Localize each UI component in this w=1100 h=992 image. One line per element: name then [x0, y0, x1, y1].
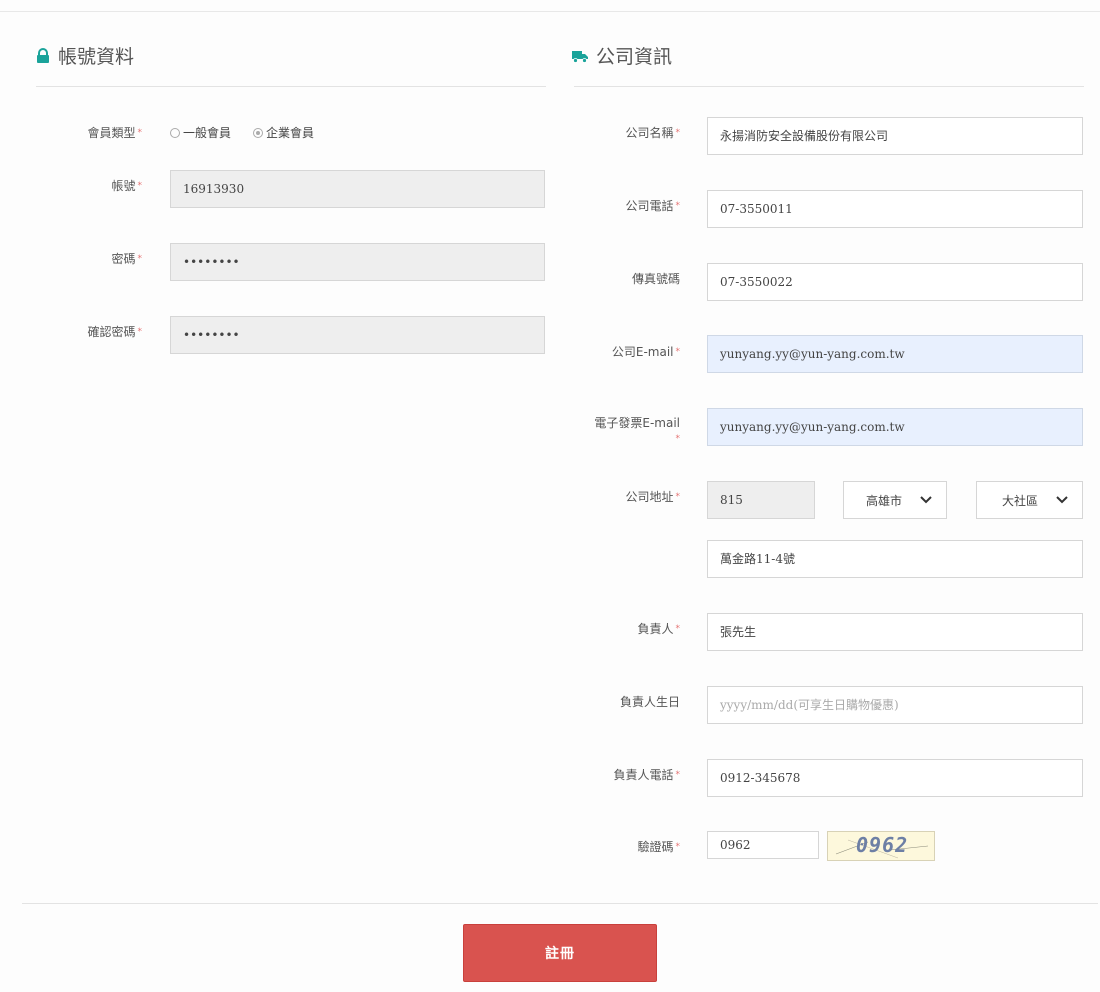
captcha-image: 0962 — [827, 831, 935, 861]
district-select[interactable]: 大社區 — [976, 481, 1083, 519]
city-select[interactable]: 高雄市 — [843, 481, 947, 519]
lock-icon — [37, 47, 49, 63]
register-button[interactable]: 註冊 — [463, 924, 657, 982]
company-email-field[interactable]: yunyang.yy@yun-yang.com.tw — [707, 335, 1083, 373]
company-name-label: 公司名稱 * — [625, 126, 680, 140]
company-phone-field[interactable]: 07-3550011 — [707, 190, 1083, 228]
account-label: 帳號 * — [111, 179, 142, 193]
company-section-title-text: 公司資訊 — [596, 46, 673, 68]
member-type-label: 會員類型 * — [87, 126, 142, 140]
account-section-title-text: 帳號資料 — [58, 46, 135, 68]
invoice-email-field[interactable]: yunyang.yy@yun-yang.com.tw — [707, 408, 1083, 446]
district-select-value: 大社區 — [1001, 493, 1038, 508]
account-field[interactable]: 16913930 — [170, 170, 545, 208]
confirm-password-label: 確認密碼 * — [87, 325, 142, 339]
owner-label: 負責人 * — [637, 622, 680, 636]
invoice-email-label: 電子發票E-mail * — [594, 416, 680, 444]
captcha-field[interactable]: 0962 — [707, 831, 819, 859]
city-select-value: 高雄市 — [865, 493, 902, 508]
radio-indicator-selected[interactable] — [253, 127, 264, 138]
company-section-divider — [574, 86, 1084, 87]
company-phone-label: 公司電話 * — [625, 199, 680, 213]
owner-phone-field[interactable]: 0912-345678 — [707, 759, 1083, 797]
company-email-label: 公司E-mail * — [611, 345, 680, 359]
owner-phone-label: 負責人電話 * — [613, 768, 680, 782]
fax-field[interactable]: 07-3550022 — [707, 263, 1083, 301]
company-name-field[interactable]: 永揚消防安全設備股份有限公司 — [707, 117, 1083, 155]
form-bottom-divider — [22, 903, 1098, 904]
address-label: 公司地址 * — [625, 490, 680, 504]
owner-birthday-label: 負責人生日 — [619, 695, 680, 709]
radio-indicator[interactable] — [170, 127, 180, 138]
top-divider — [0, 11, 1100, 12]
password-field[interactable]: •••••••• — [170, 243, 545, 281]
owner-birthday-field[interactable]: yyyy/mm/dd(可享生日購物優惠) — [707, 686, 1083, 724]
captcha-label: 驗證碼 * — [637, 840, 680, 854]
account-section-divider — [36, 86, 546, 87]
fax-label: 傳真號碼 — [631, 272, 680, 286]
owner-field[interactable]: 張先生 — [707, 613, 1083, 651]
truck-icon — [572, 50, 588, 63]
account-section-title: 帳號資料 — [36, 42, 134, 69]
password-label: 密碼 * — [111, 252, 142, 266]
company-section-title: 公司資訊 — [572, 42, 672, 69]
member-type-radio-group: 一般會員 企業會員 — [170, 124, 314, 141]
chevron-down-icon — [1056, 496, 1068, 504]
member-type-general-radio[interactable]: 一般會員 — [170, 124, 231, 141]
confirm-password-field[interactable]: •••••••• — [170, 316, 545, 354]
member-type-business-radio[interactable]: 企業會員 — [253, 124, 314, 141]
chevron-down-icon — [920, 496, 932, 504]
zip-code-field[interactable]: 815 — [707, 481, 815, 519]
captcha-text: 0962 — [856, 833, 909, 857]
street-address-field[interactable]: 萬金路11-4號 — [707, 540, 1083, 578]
